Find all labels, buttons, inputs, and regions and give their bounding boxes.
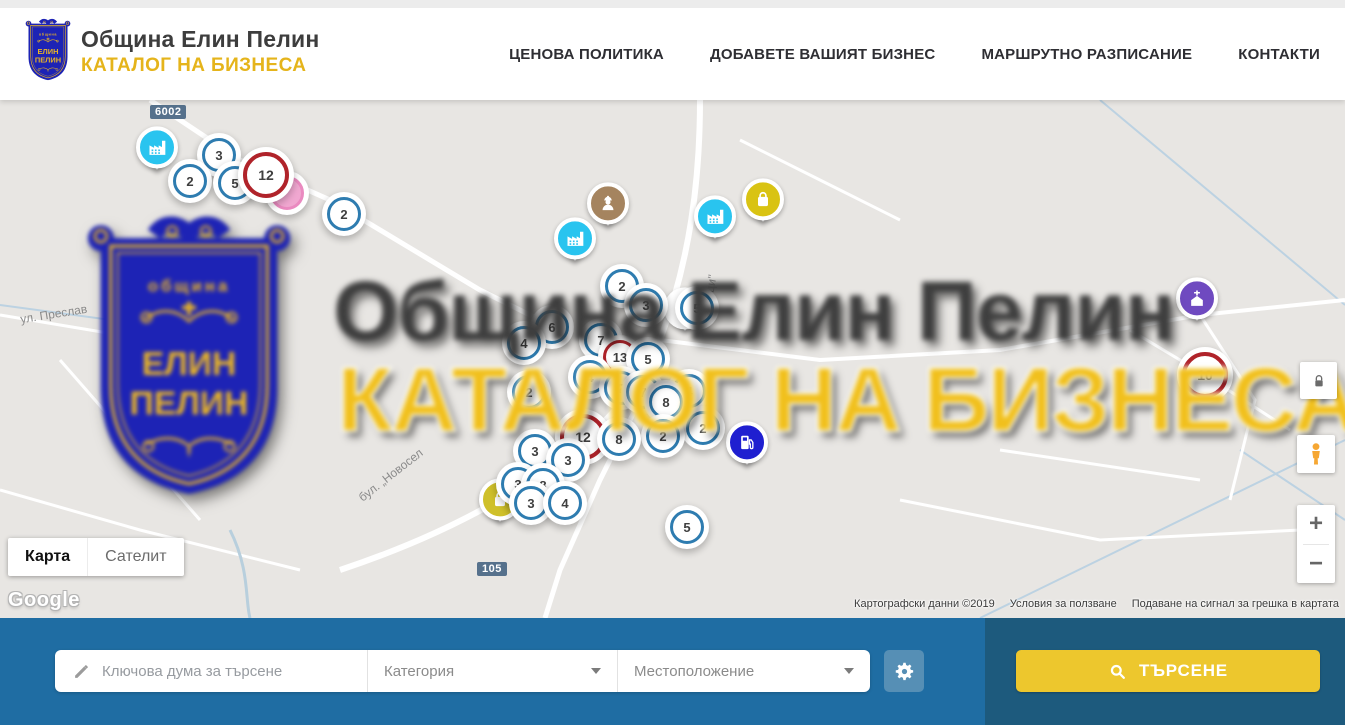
cluster-marker[interactable]: 4 <box>548 486 582 520</box>
lock-icon <box>1311 373 1327 389</box>
cluster-marker[interactable]: 3 <box>518 434 552 468</box>
gear-icon <box>894 661 915 682</box>
factory-icon <box>694 195 736 237</box>
google-logo[interactable]: Google <box>8 589 80 612</box>
cluster-marker[interactable]: 3 <box>551 443 585 477</box>
keyword-field[interactable] <box>55 650 367 692</box>
factory-pin[interactable] <box>694 195 736 251</box>
search-panel-right: ТЪРСЕНЕ <box>985 618 1345 725</box>
location-select[interactable]: Местоположение <box>617 650 870 692</box>
factory-icon <box>554 217 596 259</box>
keyword-input[interactable] <box>100 662 367 681</box>
search-icon <box>1108 662 1127 681</box>
cluster-marker[interactable]: 3 <box>629 288 663 322</box>
cluster-marker[interactable]: 2 <box>512 375 546 409</box>
map-canvas[interactable]: 6002105 ул. Преславбул. „Новоселлци" 325… <box>0 100 1345 618</box>
lock-button[interactable] <box>1300 362 1337 399</box>
satellite-view-button[interactable]: Сателит <box>87 538 183 576</box>
cluster-marker[interactable]: 4 <box>507 326 541 360</box>
svg-text:община: община <box>39 32 58 36</box>
page: община ЕЛИНПЕЛИН Община Елин Пелин КАТАЛО… <box>0 0 1345 725</box>
factory-pin[interactable] <box>554 217 596 273</box>
nav-item-contacts[interactable]: КОНТАКТИ <box>1238 46 1320 63</box>
category-value: Категория <box>384 663 454 680</box>
search-bar: Категория Местоположение ТЪРСЕНЕ <box>0 618 1345 725</box>
zoom-control: + − <box>1297 505 1335 583</box>
zoom-in-button[interactable]: + <box>1297 505 1335 544</box>
svg-text:ПЕЛИН: ПЕЛИН <box>35 56 61 65</box>
svg-text:ЕЛИН: ЕЛИН <box>38 47 59 56</box>
search-button[interactable]: ТЪРСЕНЕ <box>1016 650 1320 692</box>
location-value: Местоположение <box>634 663 754 680</box>
site-title: Община Елин Пелин <box>81 26 319 53</box>
site-subtitle: КАТАЛОГ НА БИЗНЕСА <box>81 55 319 77</box>
pegman-streetview-button[interactable] <box>1297 435 1335 473</box>
road-badge: 6002 <box>150 105 186 119</box>
main-nav: ЦЕНОВА ПОЛИТИКА ДОБАВЕТЕ ВАШИЯТ БИЗНЕС М… <box>509 8 1320 100</box>
cluster-marker[interactable]: 10 <box>1182 352 1228 398</box>
search-box: Категория Местоположение <box>55 650 870 692</box>
fuel-pin[interactable] <box>726 421 768 477</box>
factory-pin[interactable] <box>136 126 178 182</box>
header: община ЕЛИНПЕЛИН Община Елин Пелин КАТАЛО… <box>0 8 1345 100</box>
shopping-bag-pin[interactable] <box>742 178 784 234</box>
municipality-logo[interactable]: община ЕЛИНПЕЛИН Община Елин Пелин КАТАЛО… <box>25 18 319 84</box>
cluster-marker[interactable]: 2 <box>327 197 361 231</box>
cluster-marker[interactable]: 5 <box>631 342 665 376</box>
report-map-error-link[interactable]: Подаване на сигнал за грешка в картата <box>1132 598 1339 610</box>
map-attribution: Картографски данни ©2019 Условия за полз… <box>854 598 1339 610</box>
chevron-down-icon <box>591 668 601 674</box>
cluster-marker[interactable]: 5 <box>680 291 714 325</box>
cluster-marker[interactable]: 5 <box>670 510 704 544</box>
zoom-out-button[interactable]: − <box>1297 545 1335 584</box>
cluster-marker[interactable]: 2 <box>646 419 680 453</box>
cluster-marker[interactable]: 2 <box>173 164 207 198</box>
nav-item-pricing-policy[interactable]: ЦЕНОВА ПОЛИТИКА <box>509 46 664 63</box>
map-type-control: Карта Сателит <box>8 538 184 576</box>
shopping-bag-icon <box>742 178 784 220</box>
road-badge: 105 <box>477 562 507 576</box>
logo-text: Община Елин Пелин КАТАЛОГ НА БИЗНЕСА <box>81 26 319 77</box>
coat-of-arms-icon: община ЕЛИНПЕЛИН <box>25 18 71 84</box>
category-select[interactable]: Категория <box>367 650 617 692</box>
cluster-marker[interactable]: 3 <box>514 486 548 520</box>
fuel-icon <box>726 421 768 463</box>
terms-of-use-link[interactable]: Условия за ползване <box>1010 598 1117 610</box>
cluster-marker[interactable]: 2 <box>686 411 720 445</box>
map-view-button[interactable]: Карта <box>8 538 87 576</box>
cluster-marker[interactable]: 4 <box>573 360 607 394</box>
nav-item-route-schedule[interactable]: МАРШРУТНО РАЗПИСАНИЕ <box>981 46 1192 63</box>
chevron-down-icon <box>844 668 854 674</box>
search-button-label: ТЪРСЕНЕ <box>1139 661 1228 681</box>
top-strip <box>0 0 1345 8</box>
cluster-marker[interactable]: 8 <box>602 422 636 456</box>
attribution-copyright: Картографски данни ©2019 <box>854 598 995 610</box>
advanced-settings-button[interactable] <box>884 650 924 692</box>
cluster-marker[interactable]: 12 <box>243 152 289 198</box>
pegman-icon <box>1304 442 1328 466</box>
church-pin[interactable] <box>1176 277 1218 333</box>
church-icon <box>1176 277 1218 319</box>
pencil-icon <box>73 663 90 680</box>
cluster-marker[interactable]: 8 <box>649 385 683 419</box>
factory-icon <box>136 126 178 168</box>
nav-item-add-your-business[interactable]: ДОБАВЕТЕ ВАШИЯТ БИЗНЕС <box>710 46 935 63</box>
